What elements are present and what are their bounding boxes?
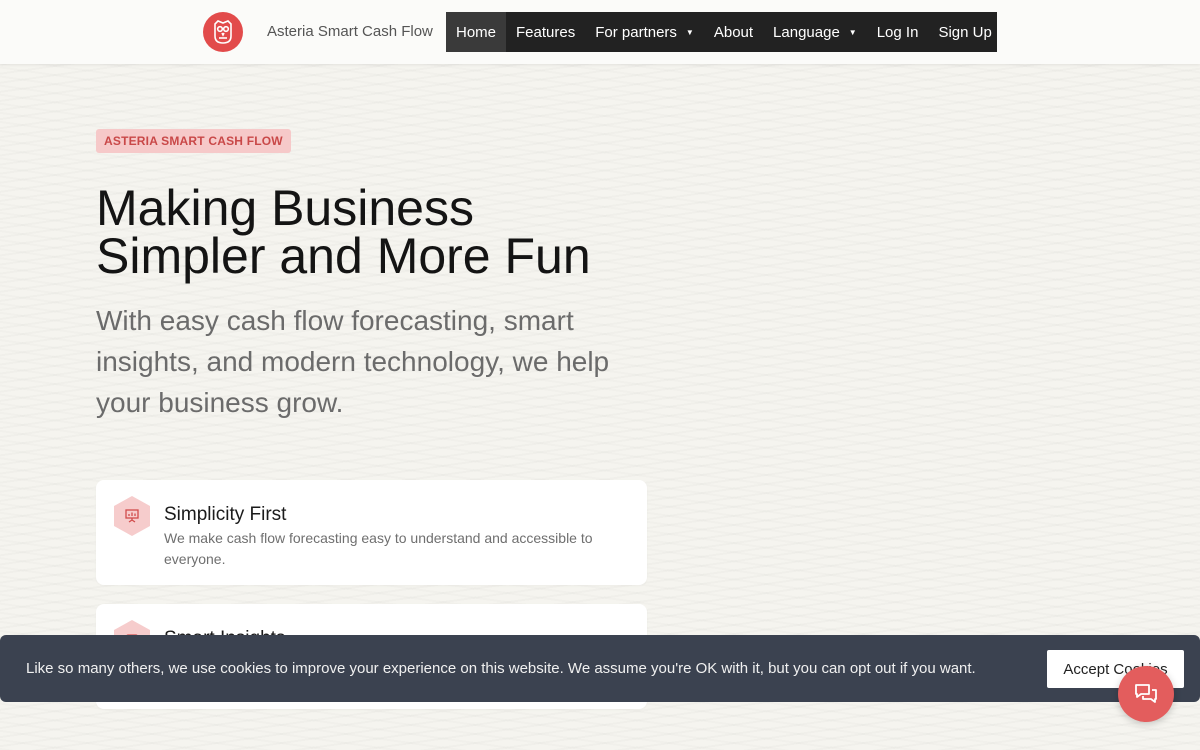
hero-headline: Making Business Simpler and More Fun xyxy=(96,183,696,281)
top-bar: Asteria Smart Cash Flow Home Features Fo… xyxy=(0,0,1200,64)
presentation-icon xyxy=(114,496,150,536)
hero-subheadline: With easy cash flow forecasting, smart i… xyxy=(96,305,610,418)
feature-card-simplicity: Simplicity First We make cash flow forec… xyxy=(96,480,647,585)
brand-name[interactable]: Asteria Smart Cash Flow xyxy=(267,23,433,40)
feature-title: Simplicity First xyxy=(164,504,287,525)
cookie-message: Like so many others, we use cookies to i… xyxy=(26,660,976,677)
nav-sign-up[interactable]: Sign Up xyxy=(928,12,1001,52)
nav-about[interactable]: About xyxy=(704,12,763,52)
nav-for-partners[interactable]: For partners ▼ xyxy=(585,12,704,52)
owl-icon[interactable] xyxy=(203,12,243,52)
hero-eyebrow-badge: ASTERIA SMART CASH FLOW xyxy=(96,129,291,153)
cookie-banner: Like so many others, we use cookies to i… xyxy=(0,635,1200,702)
feature-description: We make cash flow forecasting easy to un… xyxy=(164,530,593,567)
chat-icon[interactable] xyxy=(1118,666,1174,722)
nav-log-in[interactable]: Log In xyxy=(867,12,929,52)
nav-language[interactable]: Language ▼ xyxy=(763,12,867,52)
nav-home[interactable]: Home xyxy=(446,12,507,52)
main-nav: Home Features For partners ▼ About Langua… xyxy=(446,12,997,52)
caret-down-icon: ▼ xyxy=(685,27,694,37)
nav-features[interactable]: Features xyxy=(506,12,585,52)
caret-down-icon: ▼ xyxy=(848,27,857,37)
headline-line-2: Simpler and More Fun xyxy=(96,228,591,284)
